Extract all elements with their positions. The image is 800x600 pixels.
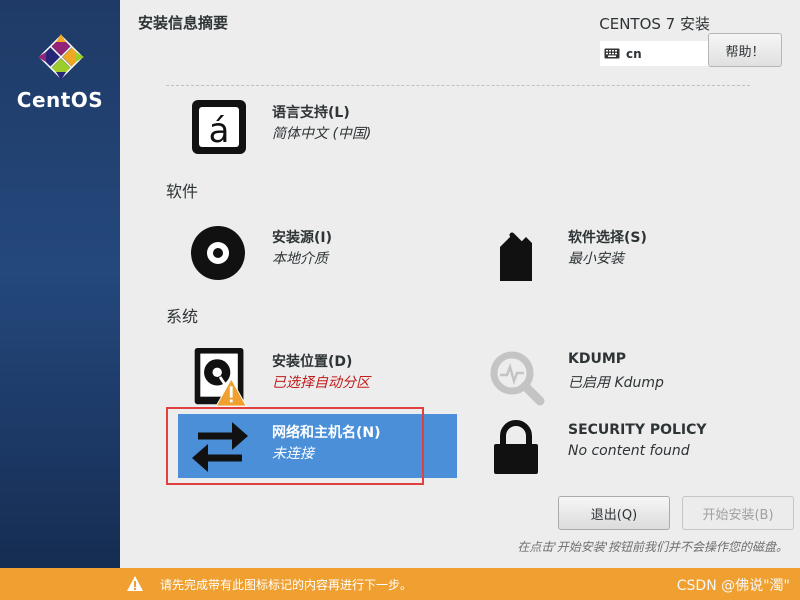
spoke-status: 已启用 Kdump <box>568 375 664 391</box>
spoke-language-support[interactable]: á 语言支持(L) 简体中文 (中国) <box>166 94 446 158</box>
spoke-status: 本地介质 <box>272 251 328 267</box>
svg-text:á: á <box>209 111 230 151</box>
spoke-title: 安装源(I) <box>272 230 333 246</box>
package-icon <box>500 232 532 281</box>
keyboard-layout-indicator[interactable]: cn <box>600 41 710 66</box>
language-icon: á <box>192 100 246 154</box>
keyboard-icon <box>604 48 620 59</box>
spoke-title: KDUMP <box>568 351 627 367</box>
warning-text: 请先完成带有此图标标记的内容再进行下一步。 <box>160 577 413 592</box>
spoke-title: 安装位置(D) <box>272 354 353 370</box>
spoke-status: 最小安装 <box>568 251 624 267</box>
main-panel: 安装信息摘要 CENTOS 7 安装 cn 帮助！ á 语言支持(L) 简体中文… <box>120 0 800 568</box>
padlock-icon <box>494 420 538 474</box>
spoke-title: 语言支持(L) <box>272 105 350 121</box>
brand-name: CentOS <box>16 88 104 112</box>
sidebar: CentOS <box>0 0 120 600</box>
spoke-status: No content found <box>568 443 690 459</box>
help-button[interactable]: 帮助！ <box>708 33 782 67</box>
spoke-status: 已选择自动分区 <box>272 375 370 391</box>
watermark: CSDN @佛说"濁" <box>676 578 790 594</box>
centos-logo-icon <box>38 34 84 80</box>
product-title: CENTOS 7 安装 <box>599 15 710 33</box>
keyboard-layout-label: cn <box>626 46 642 61</box>
begin-installation-button[interactable]: 开始安装(B) <box>682 496 794 530</box>
spoke-title: SECURITY POLICY <box>568 422 707 438</box>
hard-drive-warning-icon <box>194 347 248 407</box>
spoke-software-selection[interactable]: 软件选择(S) 最小安装 <box>462 219 742 283</box>
spoke-title: 软件选择(S) <box>568 230 647 246</box>
quit-button[interactable]: 退出(Q) <box>558 496 670 530</box>
section-label-system: 系统 <box>166 307 199 326</box>
page-title: 安装信息摘要 <box>138 14 229 32</box>
divider <box>166 85 750 86</box>
disk-notice: 在点击'开始安装'按钮前我们并不会操作您的磁盘。 <box>517 540 788 554</box>
spoke-status: 简体中文 (中国) <box>272 126 372 142</box>
spoke-security-policy[interactable]: SECURITY POLICY No content found <box>462 414 742 478</box>
spoke-installation-source[interactable]: 安装源(I) 本地介质 <box>166 219 446 283</box>
warning-icon <box>127 576 143 591</box>
spoke-kdump[interactable]: KDUMP 已启用 Kdump <box>462 343 742 407</box>
magnifier-icon <box>490 351 545 406</box>
disc-icon <box>191 226 245 280</box>
spoke-installation-destination[interactable]: 安装位置(D) 已选择自动分区 <box>166 343 446 407</box>
section-label-software: 软件 <box>166 182 199 201</box>
highlight-box <box>166 407 424 485</box>
